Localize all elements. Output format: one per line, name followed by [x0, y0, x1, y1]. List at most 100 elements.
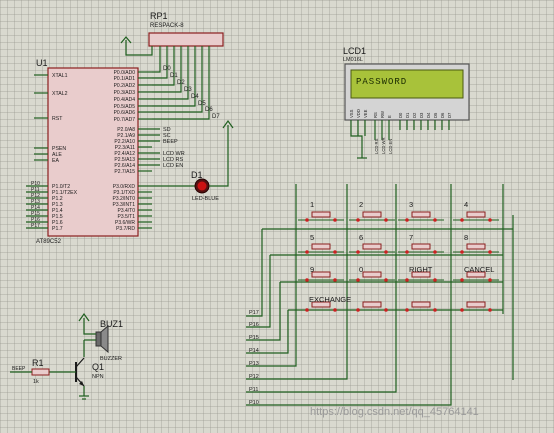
lcd-module-lcd1[interactable]: LCD1 LM016L PASSWORD	[343, 46, 470, 121]
svg-text:P0.2/AD2: P0.2/AD2	[114, 83, 136, 89]
keypad-key[interactable]	[298, 211, 344, 222]
svg-text:D3: D3	[184, 87, 192, 93]
u1-p2-net-labels: SD SC BEEP LCD WR LCD RS LCD EN	[163, 127, 185, 169]
watermark-text: https://blog.csdn.net/qq_45764141	[310, 406, 479, 418]
u1-part: AT89C52	[36, 239, 62, 245]
svg-text:2: 2	[359, 200, 363, 209]
svg-text:XTAL1: XTAL1	[52, 73, 68, 79]
svg-text:RST: RST	[52, 116, 63, 122]
svg-text:VSS: VSS	[349, 109, 354, 118]
svg-text:P0.4/AD4: P0.4/AD4	[114, 97, 136, 103]
svg-text:P1.7: P1.7	[52, 226, 63, 232]
lcd1-part: LM016L	[343, 57, 363, 63]
keypad-key[interactable]	[398, 211, 444, 222]
svg-text:9: 9	[310, 265, 314, 274]
svg-text:LCD RS: LCD RS	[374, 138, 379, 154]
svg-text:P11: P11	[249, 387, 258, 393]
svg-text:4: 4	[464, 200, 468, 209]
lcd1-net-labels: LCD RS LCD WR LCD EN	[374, 137, 393, 154]
r1-ref: R1	[32, 358, 44, 368]
keypad-key[interactable]	[298, 271, 344, 282]
schematic-canvas: RP1 RESPACK-8 D0 D1 D2 D3 D4 D5 D6 D7 U1…	[10, 11, 514, 418]
svg-text:D4: D4	[426, 112, 431, 118]
svg-text:P2.7/A15: P2.7/A15	[114, 169, 135, 175]
keypad-key[interactable]	[349, 301, 395, 312]
svg-text:D2: D2	[412, 112, 417, 118]
keypad-key[interactable]	[398, 243, 444, 254]
svg-text:0: 0	[359, 265, 363, 274]
svg-text:XTAL2: XTAL2	[52, 91, 68, 97]
buzzer-wires	[78, 312, 96, 357]
svg-text:6: 6	[359, 233, 363, 242]
svg-text:VDD: VDD	[356, 109, 361, 118]
transistor-q1[interactable]: Q1 NPN	[75, 357, 104, 387]
resistor-pack-rp1[interactable]: RP1 RESPACK-8	[148, 11, 224, 47]
keypad-key[interactable]	[298, 243, 344, 254]
keypad-key[interactable]	[453, 211, 499, 222]
svg-text:D0: D0	[398, 112, 403, 118]
rp1-ref: RP1	[150, 11, 168, 21]
svg-text:1: 1	[310, 200, 314, 209]
svg-text:D5: D5	[433, 112, 438, 118]
r1-net-label: BEEP	[12, 366, 26, 372]
svg-text:P12: P12	[249, 374, 259, 380]
keypad-key[interactable]	[453, 301, 499, 312]
svg-text:P16: P16	[249, 322, 259, 328]
u1-p1-net-labels: P10 P11 P12 P13 P14 P15 P16 P17	[31, 181, 40, 229]
svg-text:P14: P14	[249, 348, 259, 354]
d1-anode-wire	[209, 125, 229, 187]
rp1-part: RESPACK-8	[150, 23, 184, 29]
svg-text:LCD EN: LCD EN	[163, 163, 183, 169]
svg-text:P0.1/AD1: P0.1/AD1	[114, 76, 136, 82]
svg-text:CANCEL: CANCEL	[464, 265, 494, 274]
keypad-key[interactable]	[349, 243, 395, 254]
svg-text:P17: P17	[31, 223, 40, 229]
svg-text:P3.7/RD: P3.7/RD	[116, 226, 135, 232]
u1-right-pins	[138, 71, 196, 229]
resistor-r1[interactable]: R1 1k	[31, 358, 50, 385]
svg-text:D6: D6	[440, 112, 445, 118]
svg-text:P17: P17	[249, 310, 259, 316]
svg-text:D7: D7	[212, 114, 220, 120]
svg-text:3: 3	[409, 200, 413, 209]
svg-text:RIGHT: RIGHT	[409, 265, 433, 274]
q1-ref: Q1	[92, 362, 104, 372]
svg-text:RW: RW	[380, 111, 385, 118]
svg-text:D4: D4	[191, 94, 199, 100]
buz1-ref: BUZ1	[100, 319, 123, 329]
keypad-key[interactable]	[349, 211, 395, 222]
svg-text:D3: D3	[419, 112, 424, 118]
svg-text:D0: D0	[163, 66, 171, 72]
r1-value: 1k	[33, 379, 39, 385]
svg-text:7: 7	[409, 233, 413, 242]
svg-text:5: 5	[310, 233, 314, 242]
lcd-display-text: PASSWORD	[356, 77, 407, 87]
d1-ref: D1	[191, 170, 203, 180]
svg-text:E: E	[387, 115, 392, 118]
q1-part: NPN	[92, 374, 104, 380]
svg-text:VEE: VEE	[363, 109, 368, 118]
svg-text:BEEP: BEEP	[163, 139, 178, 145]
svg-text:EA: EA	[52, 158, 59, 164]
u1-ref: U1	[36, 58, 48, 68]
svg-text:LCD WR: LCD WR	[381, 137, 386, 154]
svg-text:D7: D7	[447, 112, 452, 118]
svg-text:EXCHANGE: EXCHANGE	[309, 295, 351, 304]
keypad-key[interactable]	[398, 301, 444, 312]
svg-text:P13: P13	[249, 361, 259, 367]
svg-text:P15: P15	[249, 335, 259, 341]
keypad-key[interactable]	[453, 243, 499, 254]
d1-part: LED-BLUE	[192, 196, 219, 202]
svg-text:P0.6/AD6: P0.6/AD6	[114, 110, 136, 116]
buzzer-buz1[interactable]: BUZ1 BUZZER	[95, 319, 123, 362]
svg-text:D2: D2	[177, 80, 185, 86]
lcd1-pin-wires	[350, 120, 450, 159]
lcd1-ref: LCD1	[343, 46, 366, 56]
svg-text:P0.7/AD7: P0.7/AD7	[114, 117, 136, 123]
svg-text:P0.3/AD3: P0.3/AD3	[114, 90, 136, 96]
keypad-net-labels: P17 P16 P15 P14 P13 P12 P11 P10	[249, 310, 259, 406]
keypad-key[interactable]	[349, 271, 395, 282]
svg-text:RS: RS	[373, 112, 378, 118]
svg-text:P10: P10	[249, 400, 259, 406]
u1-right-pin-labels: P0.0/AD0 P0.1/AD1 P0.2/AD2 P0.3/AD3 P0.4…	[112, 70, 135, 232]
